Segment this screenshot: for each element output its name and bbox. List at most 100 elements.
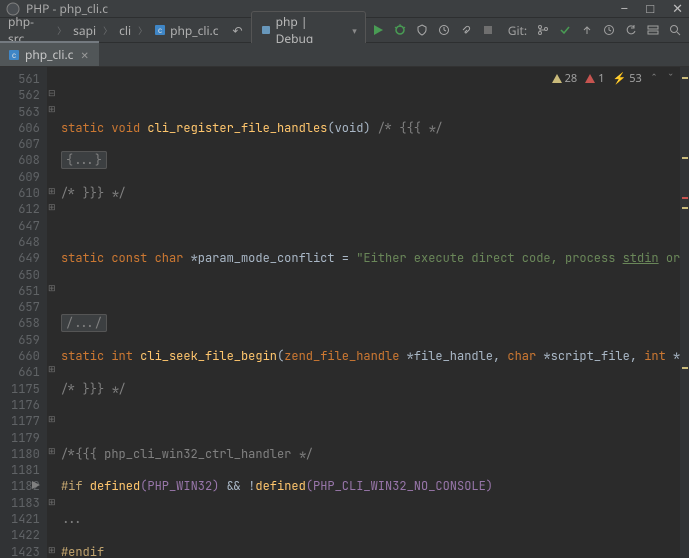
code-line[interactable]: ... [61, 511, 680, 527]
search-everywhere-icon[interactable] [643, 20, 663, 40]
warning-marker[interactable] [682, 367, 688, 369]
line-number[interactable]: 1177 [0, 413, 40, 429]
code-line[interactable] [61, 87, 680, 103]
line-number[interactable]: 1423 [0, 544, 40, 558]
maximize-button[interactable]: □ [646, 2, 654, 15]
code-line[interactable]: /.../ [61, 315, 680, 331]
errors-badge[interactable]: 1 [585, 71, 604, 86]
git-branch-icon[interactable] [533, 20, 553, 40]
history-icon[interactable] [599, 20, 619, 40]
profile-button[interactable] [434, 20, 454, 40]
error-stripe[interactable] [680, 67, 689, 558]
fold-toggle-icon[interactable]: ⊞ [47, 185, 57, 195]
line-number[interactable]: 659 [0, 332, 40, 348]
code-line[interactable]: /* }}} */ [61, 185, 680, 201]
code-line[interactable]: #if defined(PHP_WIN32) && !defined(PHP_C… [61, 478, 680, 494]
fold-toggle-icon[interactable]: ⊞ [47, 103, 57, 113]
line-number[interactable]: 1179 [0, 430, 40, 446]
git-push-icon[interactable] [577, 20, 597, 40]
line-number[interactable]: 1180 [0, 446, 40, 462]
line-number[interactable]: 606 [0, 120, 40, 136]
search-icon[interactable] [665, 20, 685, 40]
fold-toggle-icon[interactable]: ⊞ [47, 413, 57, 423]
minimize-button[interactable]: − [621, 2, 628, 15]
run-config-label: php | Debug [276, 13, 349, 47]
errors-count: 1 [598, 71, 604, 86]
c-file-icon: c [8, 49, 20, 61]
git-commit-icon[interactable] [555, 20, 575, 40]
line-number[interactable]: 1181 [0, 462, 40, 478]
code-line[interactable]: /* }}} */ [61, 381, 680, 397]
line-number[interactable]: 1421 [0, 511, 40, 527]
tab-php-cli-c[interactable]: c php_cli.c ✕ [0, 41, 99, 66]
rollback-icon[interactable] [621, 20, 641, 40]
fold-toggle-icon[interactable]: ⊞ [47, 363, 57, 373]
line-number[interactable]: 609 [0, 169, 40, 185]
fold-toggle-icon[interactable]: ⊞ [47, 282, 57, 292]
line-number[interactable]: 1422 [0, 527, 40, 543]
chevron-right-icon: 〉 [55, 24, 68, 37]
warnings-badge[interactable]: 28 [552, 71, 578, 86]
line-number[interactable]: 1183 [0, 495, 40, 511]
code-line[interactable]: static const char *param_mode_conflict =… [61, 250, 680, 266]
run-marker-icon[interactable] [31, 480, 41, 490]
breadcrumb-seg-2[interactable]: cli [115, 20, 135, 41]
run-button[interactable] [368, 20, 388, 40]
code-line[interactable]: static int cli_seek_file_begin(zend_file… [61, 348, 680, 364]
warning-marker[interactable] [682, 157, 688, 159]
error-marker[interactable] [682, 197, 688, 199]
hints-badge[interactable]: ⚡ 53 [612, 71, 641, 86]
fold-toggle-icon[interactable]: ⊞ [47, 201, 57, 211]
fold-chip[interactable]: /.../ [61, 314, 107, 332]
next-highlight-icon[interactable]: ˇ [666, 71, 675, 86]
breadcrumb-seg-1[interactable]: sapi [69, 20, 100, 41]
close-icon[interactable]: ✕ [78, 48, 90, 62]
code-line[interactable]: /*{{{ php_cli_win32_ctrl_handler */ [61, 446, 680, 462]
line-number[interactable]: 607 [0, 136, 40, 152]
warning-marker[interactable] [682, 77, 688, 79]
line-number[interactable]: 563 [0, 104, 40, 120]
coverage-button[interactable] [412, 20, 432, 40]
line-number[interactable]: 562 [0, 87, 40, 103]
line-number[interactable]: 657 [0, 299, 40, 315]
breadcrumb-seg-file[interactable]: c php_cli.c [150, 20, 222, 41]
line-number[interactable]: 610 [0, 185, 40, 201]
nav-back-icon[interactable]: ↶ [227, 20, 249, 41]
close-button[interactable]: ✕ [672, 2, 683, 15]
line-number[interactable]: 660 [0, 348, 40, 364]
fold-toggle-icon[interactable]: ⊞ [47, 445, 57, 455]
line-number[interactable]: 608 [0, 152, 40, 168]
line-number[interactable]: 658 [0, 315, 40, 331]
line-number[interactable]: 648 [0, 234, 40, 250]
line-number[interactable]: 649 [0, 250, 40, 266]
debug-button[interactable] [390, 20, 410, 40]
warning-marker[interactable] [682, 207, 688, 209]
fold-toggle-icon[interactable]: ⊟ [47, 87, 57, 97]
code-line[interactable] [61, 218, 680, 234]
line-number[interactable]: 561 [0, 71, 40, 87]
fold-chip[interactable]: {...} [61, 151, 107, 169]
svg-text:c: c [12, 51, 16, 60]
code-line[interactable] [61, 283, 680, 299]
inspection-summary[interactable]: 28 1 ⚡ 53 ˆ ˇ [552, 71, 675, 86]
fold-toggle-icon[interactable]: ⊞ [47, 496, 57, 506]
stop-button[interactable] [478, 20, 498, 40]
code-line[interactable]: static void cli_register_file_handles(vo… [61, 120, 680, 136]
line-number[interactable]: 661 [0, 364, 40, 380]
code-body[interactable]: static void cli_register_file_handles(vo… [55, 67, 680, 558]
line-number[interactable]: 650 [0, 267, 40, 283]
fold-strip[interactable]: ⊟ ⊞ ⊞ ⊞ ⊞ ⊞ ⊞ ⊞ ⊞ ⊞ [46, 67, 55, 558]
code-line[interactable] [61, 413, 680, 429]
line-number[interactable]: 651 [0, 283, 40, 299]
code-line[interactable]: {...} [61, 152, 680, 168]
line-number[interactable]: 647 [0, 218, 40, 234]
tab-label: php_cli.c [25, 46, 73, 63]
prev-highlight-icon[interactable]: ˆ [650, 71, 659, 86]
line-number[interactable]: 612 [0, 201, 40, 217]
line-number[interactable]: 1176 [0, 397, 40, 413]
attach-button[interactable] [456, 20, 476, 40]
fold-toggle-icon[interactable]: ⊞ [47, 544, 57, 554]
code-line[interactable]: #endif [61, 544, 680, 558]
line-number[interactable]: 1175 [0, 381, 40, 397]
code-editor[interactable]: 28 1 ⚡ 53 ˆ ˇ 561 562 563 606 607 608 60… [0, 67, 689, 558]
